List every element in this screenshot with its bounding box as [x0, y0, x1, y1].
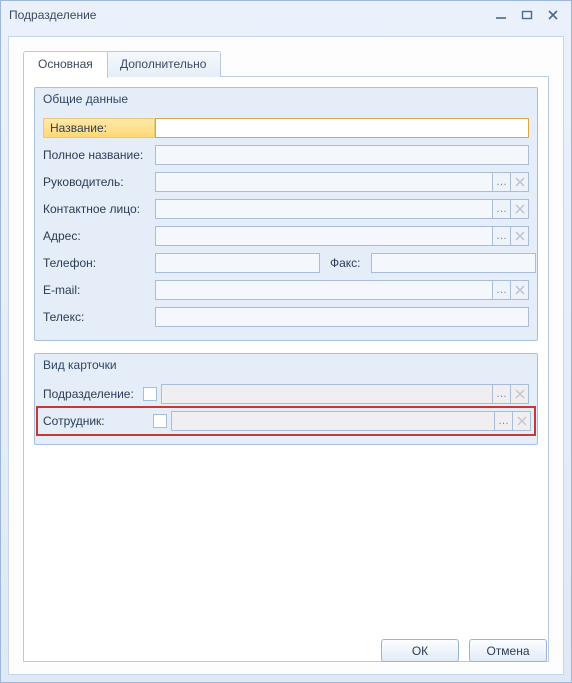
input-fax[interactable]: [371, 253, 536, 273]
label-employee: Сотрудник:: [43, 414, 153, 428]
clear-icon: [515, 389, 525, 399]
label-telex: Телекс:: [43, 310, 155, 324]
clear-head-button[interactable]: [511, 172, 529, 192]
label-department: Подразделение:: [43, 387, 143, 401]
tabs: Основная Дополнительно: [23, 51, 549, 77]
input-department[interactable]: [161, 384, 493, 404]
lookup-department-button[interactable]: …: [493, 384, 511, 404]
input-phone[interactable]: [155, 253, 320, 273]
label-address: Адрес:: [43, 229, 155, 243]
ellipsis-icon: …: [498, 415, 509, 427]
lookup-email-button[interactable]: …: [493, 280, 511, 300]
ellipsis-icon: …: [496, 284, 507, 296]
ellipsis-icon: …: [496, 203, 507, 215]
cancel-button[interactable]: Отмена: [469, 639, 547, 662]
input-email[interactable]: [155, 280, 493, 300]
label-phone: Телефон:: [43, 256, 155, 270]
group-common-data: Общие данные Название: Полное название:: [34, 87, 538, 341]
close-button[interactable]: [543, 7, 563, 23]
group-card-view: Вид карточки Подразделение: …: [34, 353, 538, 445]
clear-icon: [515, 177, 525, 187]
ellipsis-icon: …: [496, 388, 507, 400]
clear-icon: [515, 285, 525, 295]
tab-extra[interactable]: Дополнительно: [105, 51, 221, 77]
clear-contact-button[interactable]: [511, 199, 529, 219]
label-name: Название:: [43, 118, 155, 138]
label-head: Руководитель:: [43, 175, 155, 189]
input-head[interactable]: [155, 172, 493, 192]
ellipsis-icon: …: [496, 176, 507, 188]
group-card-title: Вид карточки: [35, 354, 537, 378]
label-email: E-mail:: [43, 283, 155, 297]
clear-employee-button[interactable]: [513, 411, 531, 431]
lookup-contact-button[interactable]: …: [493, 199, 511, 219]
input-employee[interactable]: [171, 411, 495, 431]
maximize-button[interactable]: [517, 7, 537, 23]
input-contact[interactable]: [155, 199, 493, 219]
tab-main[interactable]: Основная: [23, 51, 108, 78]
clear-icon: [517, 416, 527, 426]
titlebar: Подразделение: [1, 1, 571, 29]
label-contact: Контактное лицо:: [43, 202, 155, 216]
group-common-title: Общие данные: [35, 88, 537, 112]
clear-icon: [515, 204, 525, 214]
window-title: Подразделение: [9, 8, 485, 22]
clear-icon: [515, 231, 525, 241]
row-employee-highlighted: Сотрудник: …: [39, 409, 533, 433]
clear-department-button[interactable]: [511, 384, 529, 404]
input-name[interactable]: [155, 118, 529, 138]
label-fax: Факс:: [320, 256, 371, 270]
lookup-head-button[interactable]: …: [493, 172, 511, 192]
clear-address-button[interactable]: [511, 226, 529, 246]
clear-email-button[interactable]: [511, 280, 529, 300]
lookup-employee-button[interactable]: …: [495, 411, 513, 431]
ok-button[interactable]: ОК: [381, 639, 459, 662]
minimize-button[interactable]: [491, 7, 511, 23]
checkbox-employee[interactable]: [153, 414, 167, 428]
checkbox-department[interactable]: [143, 387, 157, 401]
input-telex[interactable]: [155, 307, 529, 327]
label-fullname: Полное название:: [43, 148, 155, 162]
client-area: Основная Дополнительно Общие данные Назв…: [8, 36, 564, 675]
window-root: Подразделение Основная Дополнительно Общ…: [0, 0, 572, 683]
input-address[interactable]: [155, 226, 493, 246]
lookup-address-button[interactable]: …: [493, 226, 511, 246]
input-fullname[interactable]: [155, 145, 529, 165]
ellipsis-icon: …: [496, 230, 507, 242]
dialog-footer: ОК Отмена: [381, 639, 547, 662]
tab-panel-main: Общие данные Название: Полное название:: [23, 77, 549, 662]
